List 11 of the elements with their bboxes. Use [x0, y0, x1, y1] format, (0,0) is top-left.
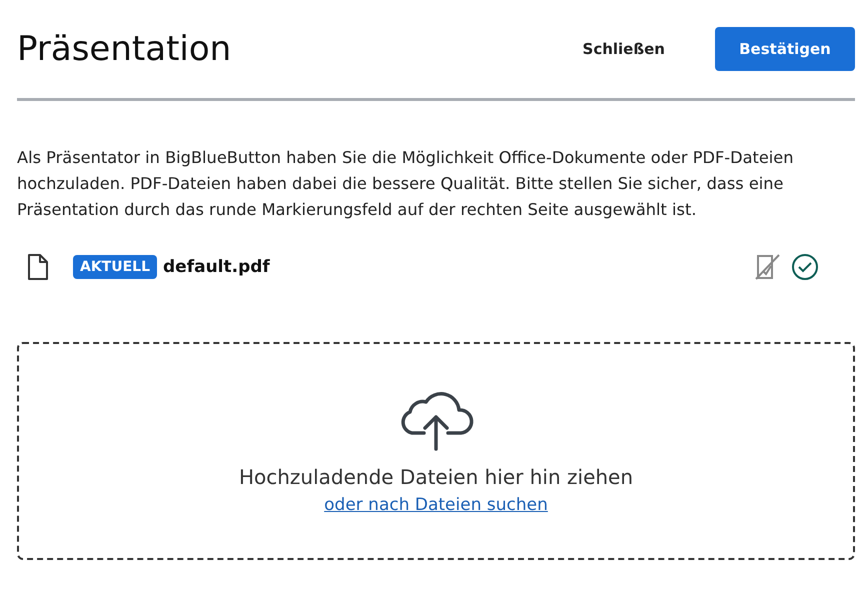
close-button[interactable]: Schließen	[576, 39, 671, 59]
document-icon	[27, 253, 49, 281]
browse-files-link[interactable]: oder nach Dateien suchen	[324, 495, 548, 515]
drop-message: Hochzuladende Dateien hier hin ziehen	[238, 465, 634, 489]
check-circle-icon[interactable]	[791, 253, 819, 281]
modal-title: Präsentation	[17, 29, 232, 69]
current-badge: AKTUELL	[73, 255, 158, 279]
intro-text: Als Präsentator in BigBlueButton haben Sie die Möglichkeit Office-Dokumente oder PDF-Dateien hochzuladen. PDF-Dateien haben dabei die bessere Qualität. Bitte stellen Sie sicher, dass eine Präsentation durch das runde Markierungsfeld auf der rechten Seite ausgewählt ist.	[17, 147, 795, 221]
drop-zone[interactable]: Hochzuladende Dateien hier hin ziehen oder nach Dateien suchen	[17, 342, 855, 560]
confirm-button[interactable]: Bestätigen	[715, 27, 855, 71]
file-name: default.pdf	[163, 257, 270, 277]
